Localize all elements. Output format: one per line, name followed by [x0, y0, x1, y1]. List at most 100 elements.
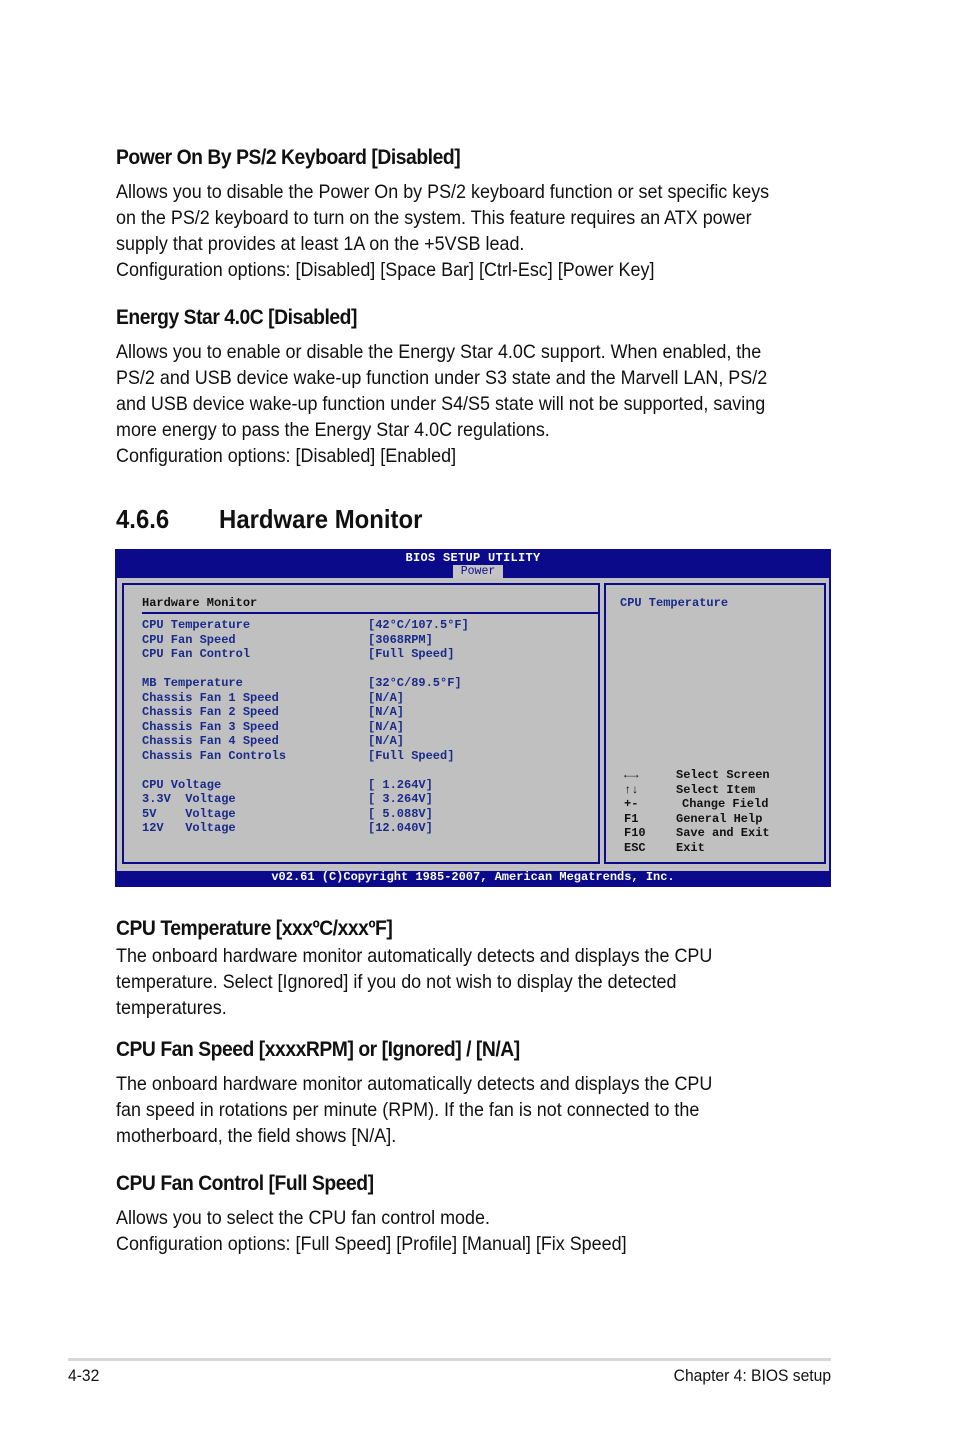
bios-row-chassis-fan-2[interactable]: Chassis Fan 2 Speed [N/A] — [142, 705, 582, 720]
heading-cpu-temperature: CPU Temperature [xxxºC/xxxºF] — [116, 917, 393, 940]
bios-row-3v3-voltage[interactable]: 3.3V Voltage [ 3.264V] — [142, 792, 582, 807]
key-desc: General Help — [676, 811, 763, 826]
text-line: temperature. Select [Ignored] if you do … — [116, 971, 677, 993]
key-desc: Change Field — [682, 797, 769, 811]
text-line: temperatures. — [116, 997, 227, 1019]
row-label: Chassis Fan 3 Speed — [142, 719, 279, 734]
bios-row-cpu-fan-speed[interactable]: CPU Fan Speed [3068RPM] — [142, 633, 582, 648]
text-line: Allows you to enable or disable the Ener… — [116, 341, 762, 363]
row-value: [3068RPM] — [368, 632, 433, 647]
text-line: supply that provides at least 1A on the … — [116, 233, 525, 255]
bios-title: BIOS SETUP UTILITY — [405, 551, 541, 565]
bios-row-chassis-fan-4[interactable]: Chassis Fan 4 Speed [N/A] — [142, 734, 582, 749]
text-line: The onboard hardware monitor automatical… — [116, 945, 713, 967]
row-value: [ 3.264V] — [368, 792, 433, 806]
row-label: CPU Fan Speed — [142, 632, 236, 647]
row-label: CPU Voltage — [142, 777, 222, 792]
row-value: [32°C/89.5°F] — [368, 676, 462, 690]
text-line: The onboard hardware monitor automatical… — [116, 1073, 713, 1095]
key-desc: Save and Exit — [676, 826, 770, 840]
bios-row-cpu-fan-control[interactable]: CPU Fan Control [Full Speed] — [142, 647, 582, 662]
row-label: Chassis Fan 4 Speed — [142, 734, 279, 748]
bios-help-title: CPU Temperature — [620, 596, 729, 610]
row-label: CPU Fan Control — [142, 647, 251, 661]
row-spacer — [142, 763, 582, 778]
text-line: more energy to pass the Energy Star 4.0C… — [116, 419, 550, 441]
plus-minus-icon: +- — [624, 797, 639, 811]
footer-divider — [68, 1358, 831, 1361]
row-value: [ 5.088V] — [368, 806, 433, 821]
bios-tab-power[interactable]: Power — [453, 565, 503, 578]
heading-energy-star: Energy Star 4.0C [Disabled] — [116, 306, 357, 329]
row-label: CPU Temperature — [142, 618, 251, 632]
section-title: Hardware Monitor — [219, 504, 423, 534]
key-desc: Exit — [676, 840, 705, 855]
text-line: Configuration options: [Disabled] [Space… — [116, 259, 655, 281]
key-label: ESC — [624, 840, 646, 855]
key-label: F10 — [624, 826, 646, 840]
row-label: Chassis Fan 1 Speed — [142, 690, 279, 705]
bios-help-pane: CPU Temperature ←→ Select Screen ↑↓ Select… — [604, 583, 826, 864]
key-legend-general-help: F1 General Help — [624, 812, 814, 827]
text-line: Allows you to disable the Power On by PS… — [116, 181, 770, 203]
row-label: 5V Voltage — [142, 806, 236, 821]
bios-row-cpu-temperature[interactable]: CPU Temperature [42°C/107.5°F] — [142, 618, 582, 633]
paragraph-energy-star: Allows you to enable or disable the Ener… — [116, 339, 767, 469]
row-value: [Full Speed] — [368, 748, 455, 763]
paragraph-cpu-fan-control: Allows you to select the CPU fan control… — [116, 1205, 627, 1257]
row-label: 12V Voltage — [142, 821, 236, 835]
section-number: 4.6.6 — [116, 504, 170, 534]
key-legend-change-field: +- Change Field — [624, 797, 814, 812]
row-value: [N/A] — [368, 734, 405, 748]
bios-row-5v-voltage[interactable]: 5V Voltage [ 5.088V] — [142, 807, 582, 822]
text-line: and USB device wake-up function under S4… — [116, 393, 766, 415]
up-down-arrows-icon: ↑↓ — [624, 782, 639, 797]
bios-row-chassis-fan-1[interactable]: Chassis Fan 1 Speed [N/A] — [142, 691, 582, 706]
bios-row-cpu-voltage[interactable]: CPU Voltage [ 1.264V] — [142, 778, 582, 793]
text-line: Allows you to select the CPU fan control… — [116, 1207, 490, 1229]
key-legend-select-item: ↑↓ Select Item — [624, 783, 814, 798]
bios-row-chassis-fan-controls[interactable]: Chassis Fan Controls [Full Speed] — [142, 749, 582, 764]
bios-body: Hardware Monitor CPU Temperature [42°C/10… — [117, 578, 829, 871]
bios-row-12v-voltage[interactable]: 12V Voltage [12.040V] — [142, 821, 582, 836]
row-value: [N/A] — [368, 690, 405, 705]
key-desc: Select Item — [676, 782, 756, 797]
bios-row-mb-temperature[interactable]: MB Temperature [32°C/89.5°F] — [142, 676, 582, 691]
heading-power-on-ps2: Power On By PS/2 Keyboard [Disabled] — [116, 146, 461, 169]
paragraph-power-on-ps2: Allows you to disable the Power On by PS… — [116, 179, 769, 283]
bios-row-chassis-fan-3[interactable]: Chassis Fan 3 Speed [N/A] — [142, 720, 582, 735]
paragraph-cpu-fan-speed: The onboard hardware monitor automatical… — [116, 1071, 712, 1149]
left-right-arrows-icon: ←→ — [624, 768, 639, 782]
bios-copyright: v02.61 (C)Copyright 1985-2007, American … — [271, 870, 675, 884]
key-desc: Select Screen — [676, 768, 770, 782]
row-label: MB Temperature — [142, 676, 243, 690]
text-line: motherboard, the field shows [N/A]. — [116, 1125, 397, 1147]
row-value: [ 1.264V] — [368, 777, 433, 792]
text-line: fan speed in rotations per minute (RPM).… — [116, 1099, 700, 1121]
row-label: Chassis Fan 2 Speed — [142, 705, 279, 719]
key-legend-select-screen: ←→ Select Screen — [624, 768, 814, 783]
key-legend-exit: ESC Exit — [624, 841, 814, 856]
bios-screen: BIOS SETUP UTILITY Power Hardware Monito… — [115, 549, 831, 887]
page-number: 4-32 — [68, 1366, 100, 1385]
text-line: Configuration options: [Disabled] [Enabl… — [116, 445, 457, 467]
row-value: [Full Speed] — [368, 647, 455, 661]
paragraph-cpu-temperature: The onboard hardware monitor automatical… — [116, 943, 712, 1021]
row-value: [N/A] — [368, 705, 405, 719]
bios-settings-list: CPU Temperature [42°C/107.5°F] CPU Fan Sp… — [142, 618, 582, 836]
text-line: PS/2 and USB device wake-up function und… — [116, 367, 768, 389]
heading-cpu-fan-speed: CPU Fan Speed [xxxxRPM] or [Ignored] / [… — [116, 1038, 520, 1061]
row-value: [42°C/107.5°F] — [368, 618, 469, 632]
heading-cpu-fan-control: CPU Fan Control [Full Speed] — [116, 1172, 374, 1195]
row-label: Chassis Fan Controls — [142, 748, 287, 763]
key-legend-save-exit: F10 Save and Exit — [624, 826, 814, 841]
divider — [142, 612, 598, 614]
row-spacer — [142, 662, 582, 677]
chapter-title: Chapter 4: BIOS setup — [673, 1366, 831, 1385]
bios-pane-title: Hardware Monitor — [142, 596, 258, 610]
section-heading: 4.6.6 Hardware Monitor — [116, 504, 422, 535]
text-line: Configuration options: [Full Speed] [Pro… — [116, 1233, 627, 1255]
row-value: [N/A] — [368, 719, 405, 734]
key-label: F1 — [624, 811, 639, 826]
row-value: [12.040V] — [368, 821, 433, 835]
